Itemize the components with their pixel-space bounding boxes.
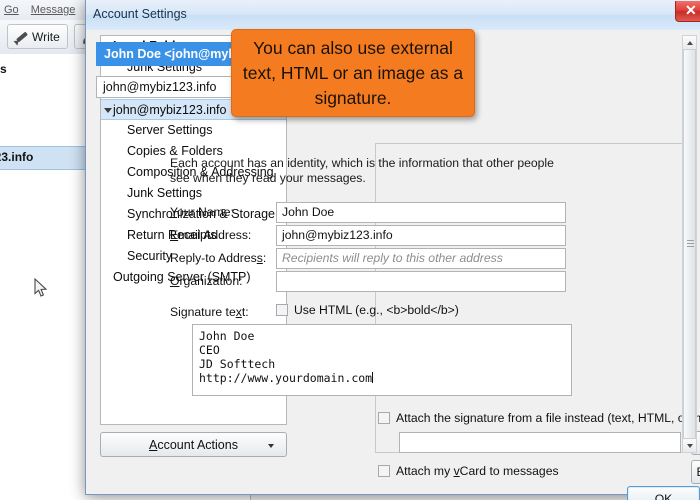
scroll-down-icon[interactable] <box>683 439 696 452</box>
use-html-label: Use HTML (e.g., <b>bold</b>) <box>294 303 459 317</box>
account-actions-button[interactable]: Account Actions <box>100 432 287 457</box>
pencil-icon <box>15 30 28 43</box>
arrow-cursor <box>34 278 48 297</box>
field-row-reply-to-address: Reply-to Address: Recipients will reply … <box>170 248 670 270</box>
edit-card-button[interactable]: Edit Card... <box>691 460 700 484</box>
dialog-title: Account Settings <box>93 7 187 21</box>
chevron-down-icon <box>268 444 274 448</box>
menu-go-label: Go <box>4 4 19 16</box>
write-button-label: Write <box>32 29 60 44</box>
attach-signature-file-label: Attach the signature from a file instead… <box>396 411 700 425</box>
organization-label: Organization: <box>170 274 243 288</box>
dialog-titlebar[interactable]: Account Settings ✕ <box>86 0 700 31</box>
account-actions-label: Account Actions <box>149 437 238 452</box>
tree-item-junk-settings[interactable]: Junk Settings <box>101 183 286 204</box>
field-row-organization: Organization: <box>170 271 670 293</box>
organization-input[interactable] <box>276 271 566 292</box>
background-selected-account-label: z123.info <box>0 150 34 164</box>
tree-item-label: Server Settings <box>127 123 213 137</box>
scrollbar-thumb[interactable] <box>683 49 696 439</box>
edit-card-label: Edit Card... <box>697 465 700 479</box>
ok-button[interactable]: OK <box>627 486 700 500</box>
menu-message-label: Message <box>30 4 76 16</box>
attach-vcard-label: Attach my vCard to messages <box>396 464 559 478</box>
tree-item-label: john@mybiz123.info <box>113 103 227 117</box>
tree-item-label: Security <box>127 249 173 263</box>
email-address-value: john@mybiz123.info <box>282 228 393 242</box>
use-html-checkbox-row[interactable]: Use HTML (e.g., <b>bold</b>) <box>276 303 459 317</box>
field-row-email-address: Email Address: john@mybiz123.info <box>170 225 670 247</box>
scroll-up-icon[interactable] <box>683 36 696 49</box>
signature-textarea[interactable]: John Doe CEO JD Softtech http://www.your… <box>192 324 572 396</box>
your-name-value: John Doe <box>282 205 335 219</box>
callout-tooltip-text: You can also use external text, HTML or … <box>242 37 464 108</box>
tree-item-server-settings[interactable]: Server Settings <box>101 120 286 141</box>
email-address-input[interactable]: john@mybiz123.info <box>276 225 566 246</box>
close-icon-glyph: ✕ <box>685 2 697 18</box>
scrollbar-grip-icon <box>687 240 694 248</box>
use-html-checkbox[interactable] <box>276 304 288 316</box>
attach-vcard-row[interactable]: Attach my vCard to messages <box>378 464 559 478</box>
attach-vcard-checkbox[interactable] <box>378 465 390 477</box>
reply-to-address-placeholder: Recipients will reply to this other addr… <box>282 251 503 265</box>
tree-item-label: Junk Settings <box>127 186 203 200</box>
callout-tooltip: You can also use external text, HTML or … <box>231 29 475 117</box>
twisty-icon[interactable] <box>104 108 112 113</box>
text-caret <box>372 372 374 383</box>
account-name-value: john@mybiz123.info <box>103 80 217 94</box>
close-icon[interactable]: ✕ <box>675 1 700 22</box>
background-panel-label: s <box>0 62 7 76</box>
reply-to-address-input[interactable]: Recipients will reply to this other addr… <box>276 248 566 269</box>
your-name-input[interactable]: John Doe <box>276 202 566 223</box>
vertical-scrollbar[interactable] <box>682 35 697 453</box>
signature-file-path-input[interactable] <box>399 432 681 453</box>
identity-description: Each account has an identity, which is t… <box>170 156 554 185</box>
attach-signature-file-checkbox[interactable] <box>378 412 390 424</box>
ok-button-label: OK <box>654 492 673 500</box>
email-address-label: Email Address: <box>170 228 252 242</box>
menu-message[interactable]: Message <box>31 0 76 20</box>
background-selected-account-row[interactable]: z123.info <box>0 146 95 170</box>
signature-text-label: Signature text: <box>170 305 249 319</box>
screenshot-root: Go Message Write s z123.info Account Set… <box>0 0 700 500</box>
reply-to-address-label: Reply-to Address: <box>170 251 267 265</box>
attach-signature-file-row[interactable]: Attach the signature from a file instead… <box>378 411 700 425</box>
your-name-label: Your Name: <box>170 205 234 219</box>
identity-group-box <box>375 143 691 453</box>
menu-go[interactable]: Go <box>4 0 19 20</box>
signature-text-value: John Doe CEO JD Softtech http://www.your… <box>199 329 373 385</box>
write-button[interactable]: Write <box>7 24 68 49</box>
field-row-your-name: Your Name: John Doe <box>170 202 670 224</box>
